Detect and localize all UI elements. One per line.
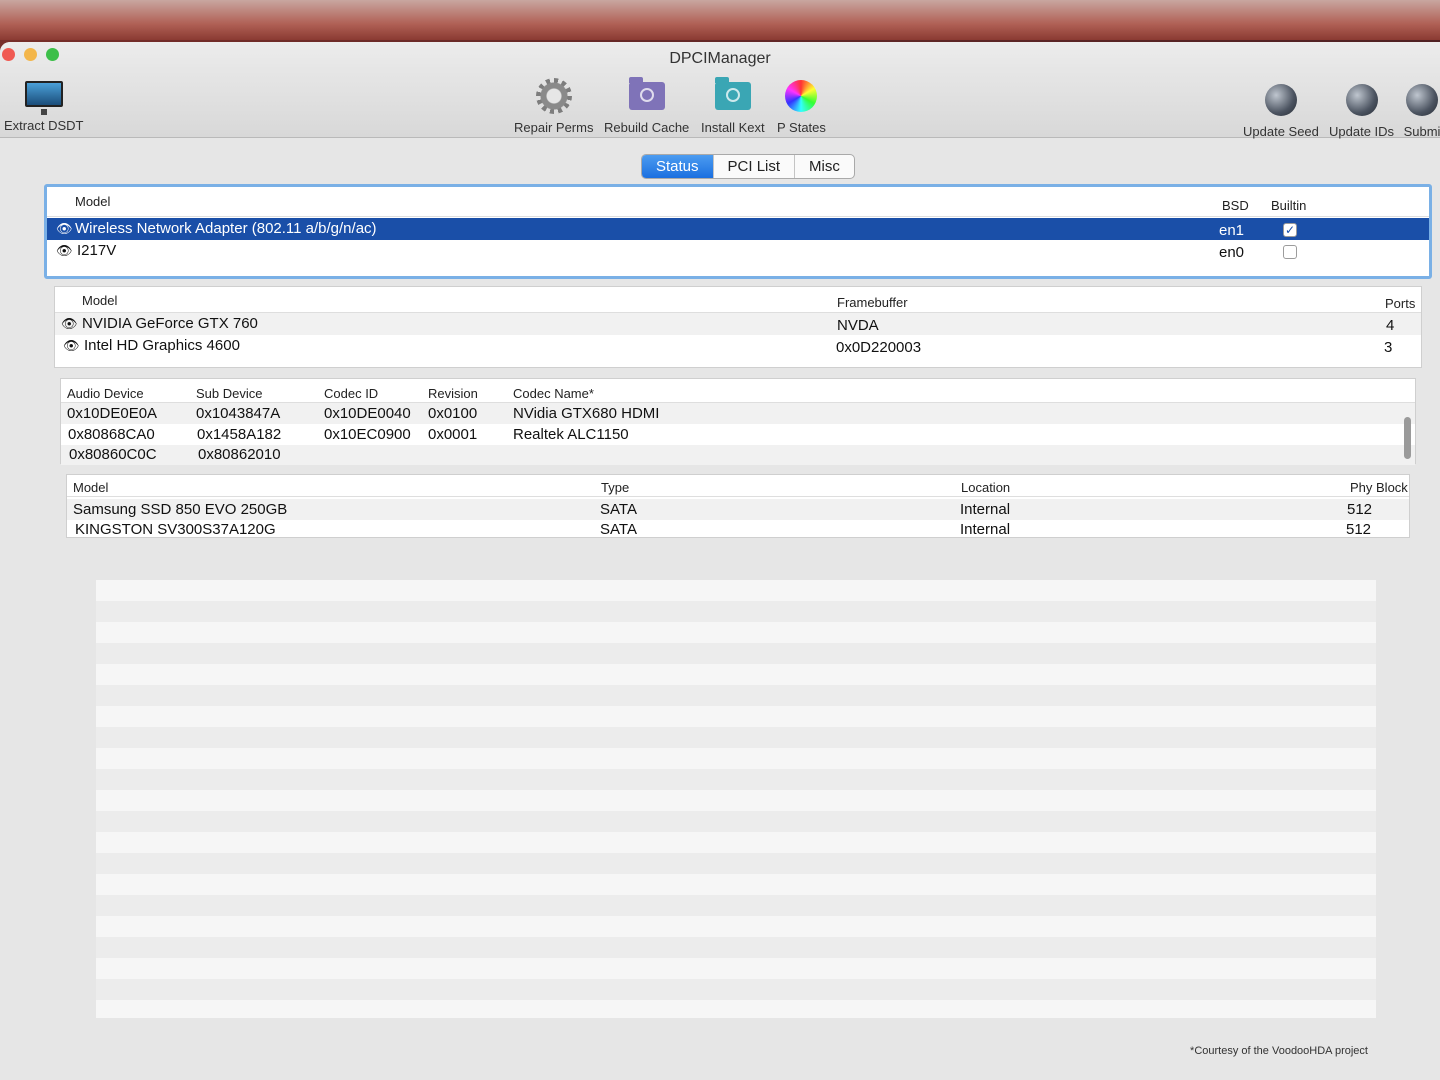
column-header-codec-id[interactable]: Codec ID xyxy=(324,386,378,401)
column-header-model[interactable]: Model xyxy=(82,293,117,308)
extract-dsdt-label: Extract DSDT xyxy=(4,118,84,133)
audio-revision: 0x0100 xyxy=(428,405,478,422)
graphics-table[interactable]: Model Framebuffer Ports 👁 NVIDIA GeForce… xyxy=(54,286,1422,368)
repair-perms-label: Repair Perms xyxy=(514,120,594,135)
tab-status[interactable]: Status xyxy=(642,155,714,178)
graphics-framebuffer: NVDA xyxy=(837,317,879,334)
storage-model: Samsung SSD 850 EVO 250GB xyxy=(73,501,288,518)
storage-phy-block: 512 xyxy=(1346,521,1372,538)
repair-perms-button[interactable]: Repair Perms xyxy=(514,78,593,135)
rebuild-cache-label: Rebuild Cache xyxy=(604,120,690,135)
tab-bar: Status PCI List Misc xyxy=(641,154,855,179)
audio-device: 0x10DE0E0A xyxy=(67,405,158,422)
audio-codec-id: 0x10DE0040 xyxy=(324,405,411,422)
update-ids-button[interactable]: Update IDs xyxy=(1329,82,1394,139)
audio-sub-device: 0x1458A182 xyxy=(197,426,282,443)
table-row[interactable]: 👁 NVIDIA GeForce GTX 760 NVDA 4 xyxy=(55,313,1421,335)
extract-dsdt-button[interactable]: Extract DSDT xyxy=(4,76,83,133)
audio-codec-name: Realtek ALC1150 xyxy=(513,426,629,443)
audio-device: 0x80868CA0 xyxy=(68,426,155,443)
monitor-icon xyxy=(24,76,63,115)
storage-table[interactable]: Model Type Location Phy Block Samsung SS… xyxy=(66,474,1410,538)
eye-icon: 👁 xyxy=(56,243,73,258)
tab-misc[interactable]: Misc xyxy=(795,155,854,178)
submit-label: Submi xyxy=(1403,124,1440,139)
graphics-framebuffer: 0x0D220003 xyxy=(836,339,922,356)
color-wheel-icon xyxy=(782,78,820,114)
table-row[interactable]: 0x80860C0C 0x80862010 xyxy=(61,445,1415,465)
folder-cache-icon xyxy=(628,77,666,114)
column-header-audio-device[interactable]: Audio Device xyxy=(67,386,144,401)
update-seed-button[interactable]: Update Seed xyxy=(1243,82,1319,139)
storage-model: KINGSTON SV300S37A120G xyxy=(75,521,276,538)
p-states-label: P States xyxy=(777,120,826,135)
audio-scrollbar[interactable] xyxy=(1404,417,1411,459)
audio-revision: 0x0001 xyxy=(428,426,478,443)
graphics-model: Intel HD Graphics 4600 xyxy=(84,337,240,354)
table-row[interactable]: Samsung SSD 850 EVO 250GB SATA Internal … xyxy=(67,499,1409,520)
column-header-location[interactable]: Location xyxy=(961,480,1010,495)
submit-button[interactable]: Submi xyxy=(1403,82,1440,139)
eye-icon: 👁 xyxy=(61,316,78,331)
table-row[interactable]: 👁 Intel HD Graphics 4600 0x0D220003 3 xyxy=(55,335,1421,357)
graphics-ports: 4 xyxy=(1386,317,1395,334)
builtin-checkbox[interactable] xyxy=(1283,245,1297,259)
column-header-bsd[interactable]: BSD xyxy=(1222,198,1249,213)
network-table[interactable]: Model BSD Builtin 👁 Wireless Network Ada… xyxy=(44,184,1432,279)
table-row[interactable]: 0x80868CA0 0x1458A182 0x10EC0900 0x0001 … xyxy=(61,424,1415,445)
network-model: Wireless Network Adapter (802.11 a/b/g/n… xyxy=(75,220,377,237)
table-row[interactable]: 0x10DE0E0A 0x1043847A 0x10DE0040 0x0100 … xyxy=(61,403,1415,424)
globe-icon xyxy=(1343,82,1381,118)
storage-phy-block: 512 xyxy=(1347,501,1373,518)
storage-type: SATA xyxy=(600,501,637,518)
desktop-background xyxy=(0,0,1440,40)
update-seed-label: Update Seed xyxy=(1243,124,1319,139)
column-header-sub-device[interactable]: Sub Device xyxy=(196,386,262,401)
column-header-codec-name[interactable]: Codec Name* xyxy=(513,386,594,401)
table-row[interactable]: KINGSTON SV300S37A120G SATA Internal 512 xyxy=(67,520,1409,539)
audio-codec-id: 0x10EC0900 xyxy=(324,426,411,443)
install-kext-label: Install Kext xyxy=(701,120,765,135)
column-header-phy-block[interactable]: Phy Block xyxy=(1350,480,1408,495)
network-bsd: en0 xyxy=(1219,244,1245,261)
globe-icon xyxy=(1262,82,1300,118)
builtin-checkbox[interactable]: ✓ xyxy=(1283,223,1297,237)
eye-icon: 👁 xyxy=(56,221,73,236)
network-bsd: en1 xyxy=(1219,222,1245,239)
p-states-button[interactable]: P States xyxy=(777,78,826,135)
window-title: DPCIManager xyxy=(669,50,771,67)
graphics-ports: 3 xyxy=(1384,339,1393,356)
column-header-framebuffer[interactable]: Framebuffer xyxy=(837,295,908,310)
column-header-model[interactable]: Model xyxy=(73,480,108,495)
footnote: *Courtesy of the VoodooHDA project xyxy=(1190,1045,1368,1057)
column-header-revision[interactable]: Revision xyxy=(428,386,478,401)
graphics-model: NVIDIA GeForce GTX 760 xyxy=(82,315,258,332)
column-header-type[interactable]: Type xyxy=(601,480,629,495)
install-kext-button[interactable]: Install Kext xyxy=(701,77,765,135)
rebuild-cache-button[interactable]: Rebuild Cache xyxy=(604,77,690,135)
audio-table[interactable]: Audio Device Sub Device Codec ID Revisio… xyxy=(60,378,1416,465)
titlebar: DPCIManager Extract DSDT Repair Perms Re… xyxy=(0,42,1440,139)
audio-sub-device: 0x80862010 xyxy=(198,446,281,463)
audio-codec-name: NVidia GTX680 HDMI xyxy=(513,405,660,422)
app-window: DPCIManager Extract DSDT Repair Perms Re… xyxy=(0,42,1440,1080)
table-row[interactable]: 👁 Wireless Network Adapter (802.11 a/b/g… xyxy=(47,218,1429,240)
tab-pci-list[interactable]: PCI List xyxy=(714,155,796,178)
network-model: I217V xyxy=(77,242,117,259)
storage-location: Internal xyxy=(960,501,1011,518)
storage-location: Internal xyxy=(960,521,1011,538)
storage-table-empty-area xyxy=(96,580,1376,1018)
column-header-builtin[interactable]: Builtin xyxy=(1271,198,1306,213)
column-header-ports[interactable]: Ports xyxy=(1385,296,1415,311)
globe-icon xyxy=(1403,82,1440,118)
audio-device: 0x80860C0C xyxy=(69,446,157,463)
gear-icon xyxy=(535,78,573,114)
column-header-model[interactable]: Model xyxy=(75,194,110,209)
folder-kext-icon xyxy=(714,77,752,114)
update-ids-label: Update IDs xyxy=(1329,124,1395,139)
eye-icon: 👁 xyxy=(63,338,80,353)
table-row[interactable]: 👁 I217V en0 xyxy=(47,240,1429,262)
audio-sub-device: 0x1043847A xyxy=(196,405,281,422)
storage-type: SATA xyxy=(600,521,637,538)
